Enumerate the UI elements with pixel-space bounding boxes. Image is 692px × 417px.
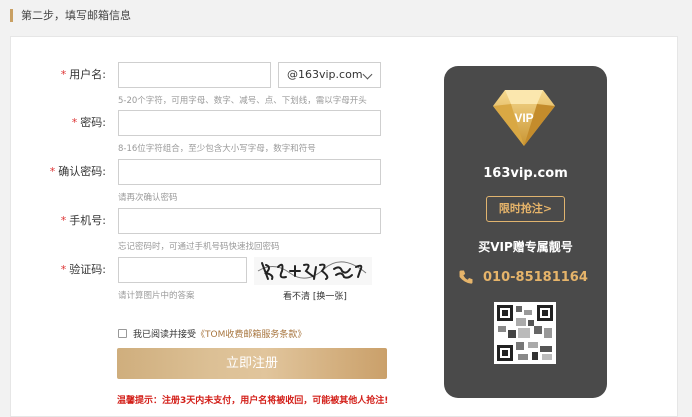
password-hint: 8-16位字符组合，至少包含大小写字母，数字和符号 (118, 144, 316, 154)
vip-promo-card: VIP 163vip.com 限时抢注> 买VIP赠专属靓号 010-85181… (444, 66, 607, 398)
username-input[interactable] (118, 62, 271, 88)
gem-vip-label: VIP (514, 111, 533, 125)
diamond-icon: VIP (493, 90, 555, 146)
tos-link[interactable]: 《TOM收费邮箱服务条款》 (196, 327, 306, 340)
phone-label: * 手机号: (60, 214, 106, 227)
username-hint: 5-20个字符，可用字母、数字、减号、点、下划线，需以字母开头 (118, 96, 367, 106)
confirm-password-hint: 请再次确认密码 (118, 193, 178, 203)
username-label: * 用户名: (60, 68, 106, 81)
phone-hint: 忘记密码时，可通过手机号码快速找回密码 (118, 242, 280, 252)
qr-code-icon (494, 302, 556, 364)
captcha-hint: 请计算图片中的答案 (118, 291, 195, 301)
payment-warning: 温馨提示：注册3天内未支付，用户名将被收回，可能被其他人抢注! (117, 396, 389, 406)
vip-promo-text: 买VIP赠专属靓号 (478, 240, 573, 254)
captcha-input[interactable] (118, 257, 247, 283)
phone-input[interactable] (118, 208, 381, 234)
limited-offer-button[interactable]: 限时抢注> (486, 196, 565, 222)
step-title: 第二步，填写邮箱信息 (21, 9, 131, 22)
captcha-image[interactable] (254, 257, 372, 285)
captcha-refresh: 看不清 [换一张] (283, 289, 347, 302)
register-button[interactable]: 立即注册 (117, 348, 387, 379)
agree-checkbox[interactable] (118, 329, 127, 338)
step-accent-bar (10, 8, 13, 22)
password-input[interactable] (118, 110, 381, 136)
captcha-label: * 验证码: (60, 263, 106, 276)
vip-phone-number: 010-85181164 (483, 269, 588, 285)
chevron-down-icon (362, 69, 373, 80)
password-label: * 密码: (71, 116, 106, 129)
required-mark: * (60, 68, 67, 81)
vip-domain: 163vip.com (483, 166, 568, 181)
agree-text: 我已阅读并接受 (133, 330, 197, 340)
confirm-password-label: * 确认密码: (49, 165, 106, 178)
captcha-unclear-text: 看不清 (283, 292, 311, 302)
step-header: 第二步，填写邮箱信息 (10, 6, 131, 24)
confirm-password-input[interactable] (118, 159, 381, 185)
vip-phone-line: 010-85181164 (458, 269, 588, 285)
domain-select-value: @163vip.com (287, 68, 363, 81)
phone-icon (459, 270, 473, 284)
agreement-row: 我已阅读并接受 《TOM收费邮箱服务条款》 (118, 327, 306, 340)
captcha-refresh-link[interactable]: [换一张] (313, 292, 347, 302)
domain-select[interactable]: @163vip.com (278, 62, 381, 88)
